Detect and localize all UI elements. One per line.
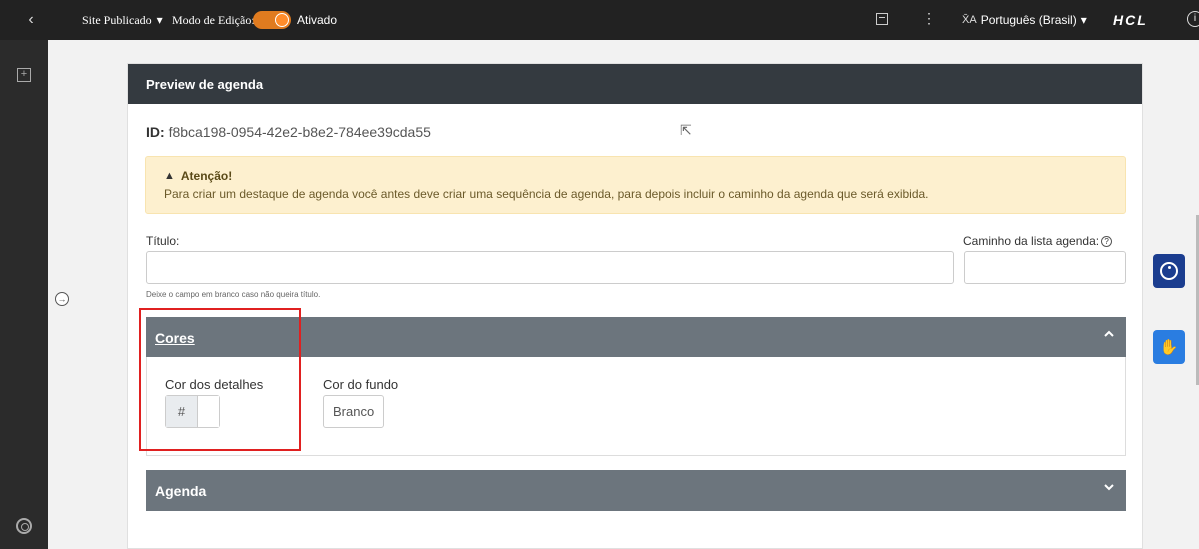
path-label-row: Caminho da lista agenda:? xyxy=(963,234,1113,248)
detail-color-input[interactable] xyxy=(198,396,219,427)
add-panel-icon[interactable]: + xyxy=(17,68,31,82)
id-value: f8bca198-0954-42e2-b8e2-784ee39cda55 xyxy=(168,124,431,140)
sign-language-button[interactable]: ✋ xyxy=(1153,330,1185,364)
warning-icon: ▲ xyxy=(164,170,175,182)
id-line: ID: f8bca198-0954-42e2-b8e2-784ee39cda55 xyxy=(146,124,431,140)
sign-language-icon: ✋ xyxy=(1159,339,1179,356)
site-published-dropdown[interactable]: Site Publicado ▾ xyxy=(82,13,163,28)
detail-color-field[interactable]: # xyxy=(165,395,220,428)
toggle-knob xyxy=(275,13,289,27)
back-button[interactable]: ‹ xyxy=(0,0,62,40)
language-label: Português (Brasil) xyxy=(980,13,1077,27)
lifebuoy-icon[interactable] xyxy=(16,518,32,534)
title-label: Título: xyxy=(146,234,180,248)
edit-mode-state: Ativado xyxy=(297,13,338,27)
arrow-right-circle-icon[interactable]: → xyxy=(55,292,69,306)
agenda-preview-card: Preview de agenda ID: f8bca198-0954-42e2… xyxy=(127,63,1143,549)
site-label: Site Publicado xyxy=(82,13,152,27)
caret-down-icon: ▾ xyxy=(1080,13,1087,27)
edit-mode-toggle[interactable] xyxy=(253,11,291,29)
title-hint: Deixe o campo em branco caso não queira … xyxy=(146,290,321,299)
alert-message: Para criar um destaque de agenda você an… xyxy=(164,187,929,201)
top-bar: ‹ Site Publicado ▾ Modo de Edição: Ativa… xyxy=(0,0,1199,40)
more-vertical-icon[interactable]: ⋮ xyxy=(922,10,936,27)
bg-color-select[interactable]: Branco xyxy=(323,395,385,428)
cores-accordion-header[interactable]: Cores xyxy=(146,317,1126,357)
translate-icon: X̄A xyxy=(962,14,977,26)
id-label: ID: xyxy=(146,124,165,140)
mouse-cursor-icon: ⇱ xyxy=(680,122,692,138)
bg-color-label: Cor do fundo xyxy=(323,377,399,392)
info-icon[interactable]: i xyxy=(1187,11,1199,27)
chevron-up-icon xyxy=(1104,330,1114,337)
cores-title: Cores xyxy=(155,330,195,346)
path-label: Caminho da lista agenda: xyxy=(963,234,1100,248)
path-input[interactable] xyxy=(964,251,1126,284)
chevron-left-icon: ‹ xyxy=(28,11,34,28)
hash-prefix: # xyxy=(166,396,198,427)
detail-color-label: Cor dos detalhes xyxy=(165,377,264,392)
alert-title-row: ▲ Atenção! xyxy=(164,169,1107,183)
agenda-title: Agenda xyxy=(155,483,207,499)
edit-mode-label: Modo de Edição: xyxy=(172,13,255,27)
language-dropdown[interactable]: X̄A Português (Brasil) ▾ xyxy=(962,13,1087,27)
left-rail: + xyxy=(0,40,48,549)
title-input[interactable] xyxy=(146,251,954,284)
question-circle-icon[interactable]: ? xyxy=(1101,236,1113,248)
chevron-down-icon xyxy=(1104,484,1114,491)
alert-title: Atenção! xyxy=(180,169,233,183)
accessibility-icon xyxy=(1160,262,1178,280)
cores-panel: Cor dos detalhes # Cor do fundo Branco xyxy=(146,357,1126,456)
caret-down-icon: ▾ xyxy=(156,13,163,27)
layout-icon[interactable] xyxy=(876,13,888,25)
card-title: Preview de agenda xyxy=(128,64,1142,104)
agenda-accordion-header[interactable]: Agenda xyxy=(146,470,1126,511)
accessibility-button[interactable] xyxy=(1153,254,1185,288)
brand-logo: HCL xyxy=(1113,12,1148,28)
warning-alert: ▲ Atenção! Para criar um destaque de age… xyxy=(145,156,1126,214)
